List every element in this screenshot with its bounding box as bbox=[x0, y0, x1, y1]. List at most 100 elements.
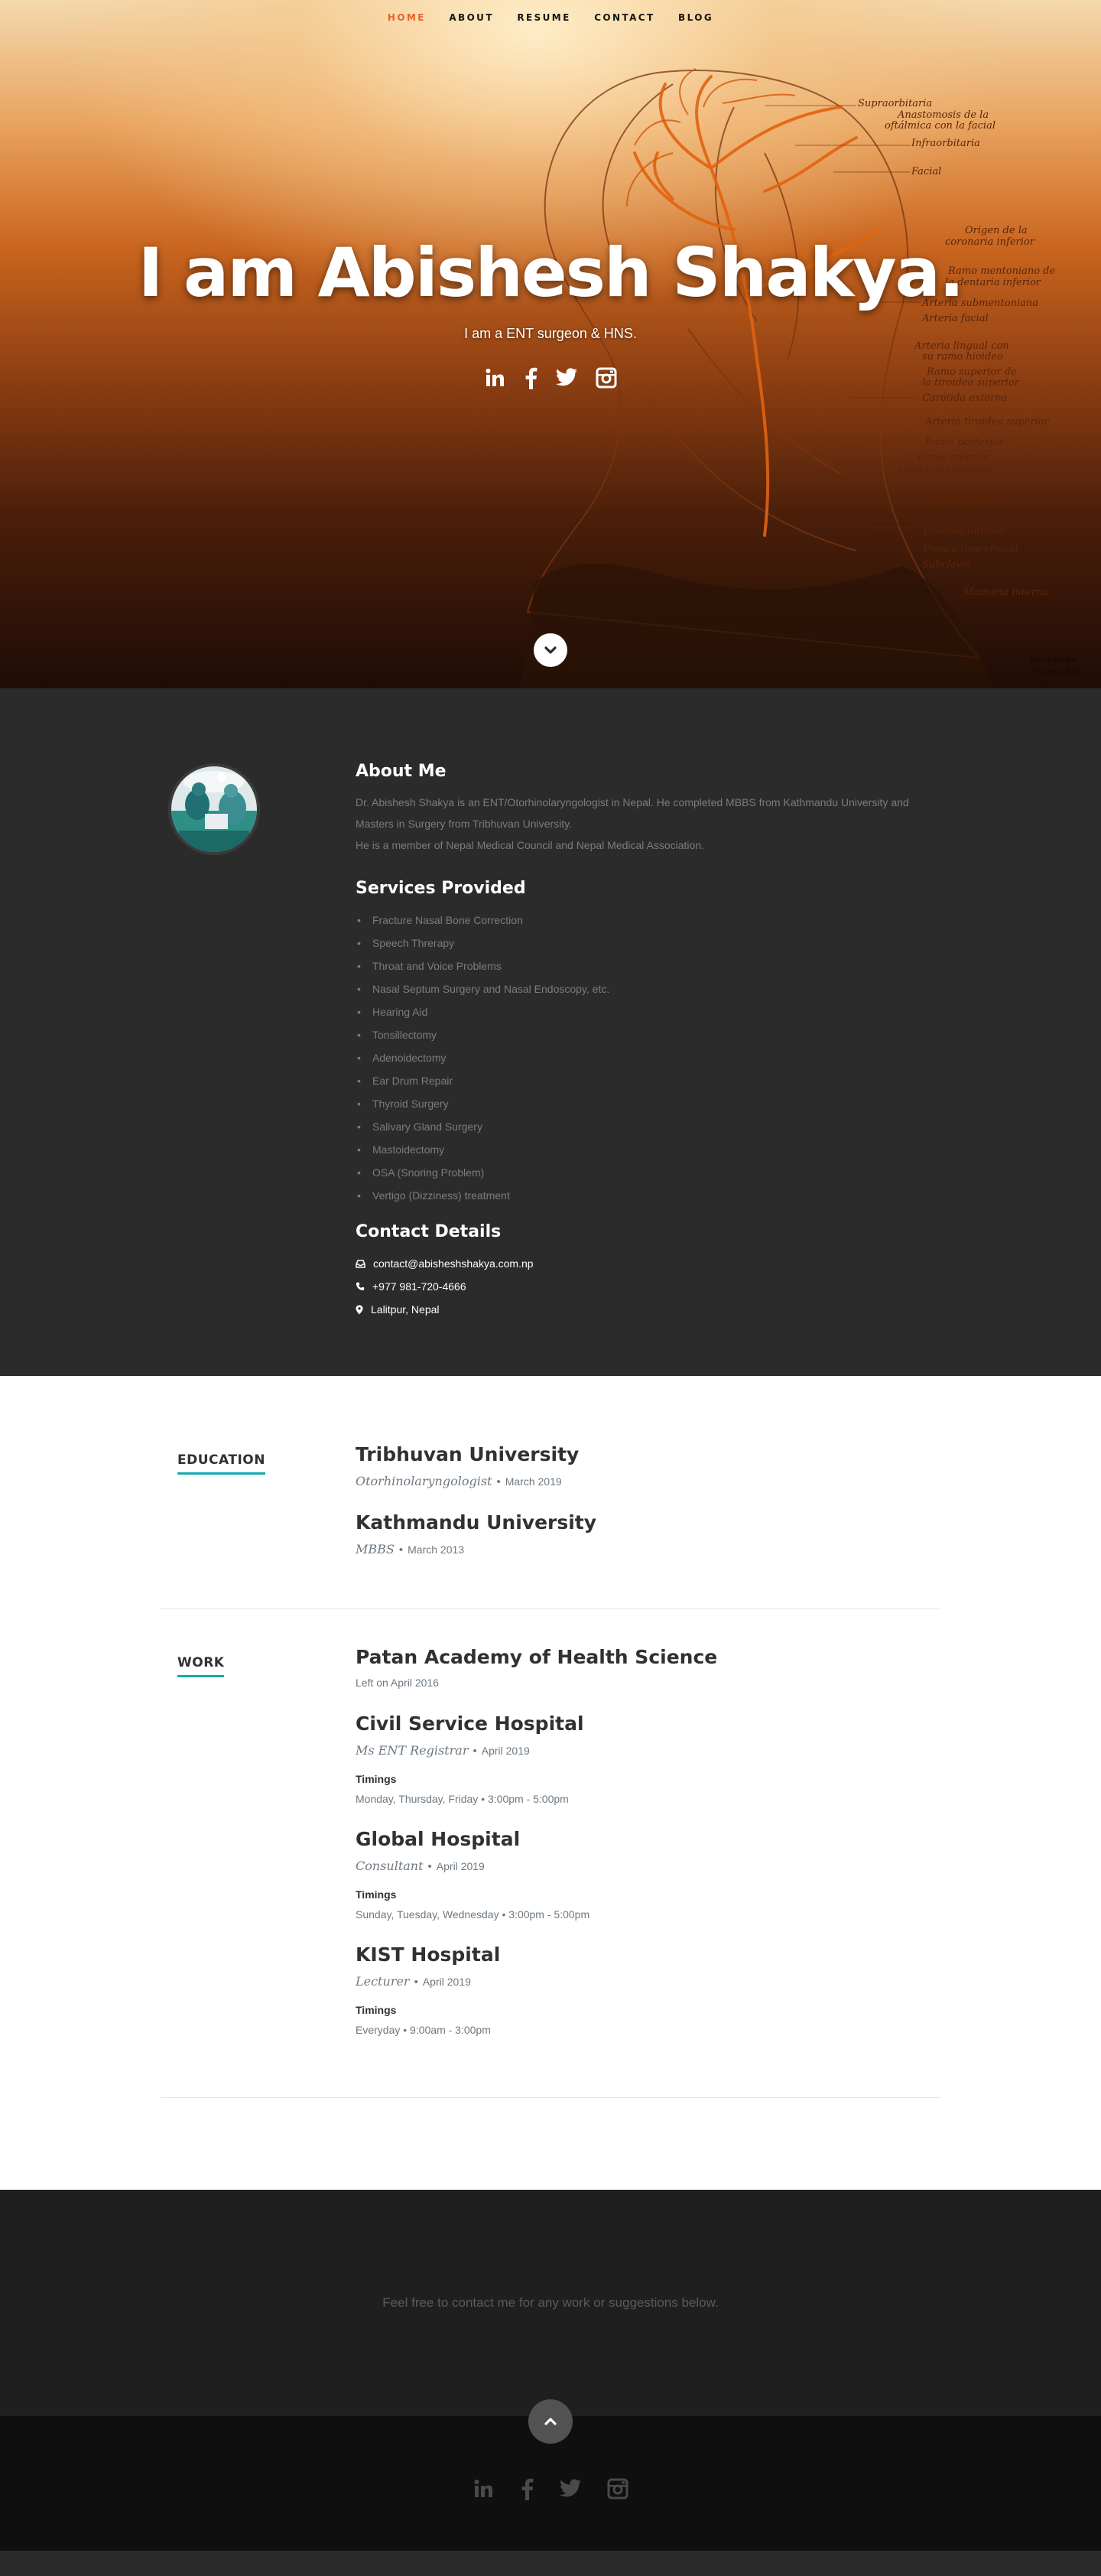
education-entry: Tribhuvan University Otorhinolaryngologi… bbox=[356, 1442, 940, 1488]
twitter-icon[interactable] bbox=[555, 368, 578, 388]
avatar bbox=[168, 763, 260, 855]
about-section: About Me Dr. Abishesh Shakya is an ENT/O… bbox=[0, 688, 1101, 1376]
surgery-photo bbox=[171, 766, 257, 852]
hero-banner: I am Abishesh Shakya. I am a ENT surgeon… bbox=[0, 233, 1101, 389]
services-heading: Services Provided bbox=[356, 879, 526, 898]
svg-text:Kannabis: Kannabis bbox=[1032, 666, 1080, 677]
scroll-down-button[interactable] bbox=[534, 633, 567, 667]
instagram-icon[interactable] bbox=[607, 2478, 628, 2500]
work-note: Left on April 2016 bbox=[356, 1677, 439, 1689]
work-entry: Civil Service Hospital Ms ENT Registrar •… bbox=[356, 1711, 940, 1805]
contact-phone-row: +977 981-720-4666 bbox=[356, 1275, 940, 1298]
facebook-icon[interactable] bbox=[523, 366, 538, 389]
contact-location-row: Lalitpur, Nepal bbox=[356, 1298, 940, 1321]
svg-text:Supraorbitaria: Supraorbitaria bbox=[858, 98, 932, 109]
timing-days: Everyday bbox=[356, 2024, 401, 2036]
service-item: Fracture Nasal Bone Correction bbox=[356, 909, 940, 932]
nav-resume[interactable]: RESUME bbox=[517, 12, 570, 23]
about-bio-2: He is a member of Nepal Medical Council … bbox=[356, 839, 704, 851]
svg-text:Carótida primitiva: Carótida primitiva bbox=[922, 495, 1015, 506]
instagram-icon[interactable] bbox=[596, 367, 617, 389]
workplace-name: Global Hospital bbox=[356, 1828, 521, 1850]
main-nav: HOME ABOUT RESUME CONTACT BLOG bbox=[0, 11, 1101, 24]
timing-hours: 9:00am - 3:00pm bbox=[410, 2024, 491, 2036]
svg-text:Subclavia: Subclavia bbox=[922, 559, 971, 571]
svg-text:Mamaria interna: Mamaria interna bbox=[963, 587, 1048, 598]
nav-contact[interactable]: CONTACT bbox=[594, 12, 654, 23]
svg-text:oftálmica con la facial: oftálmica con la facial bbox=[885, 120, 995, 132]
service-item: Tonsillectomy bbox=[356, 1023, 940, 1046]
education-date: March 2019 bbox=[505, 1475, 562, 1488]
service-item: Ear Drum Repair bbox=[356, 1069, 940, 1092]
svg-text:Servando: Servando bbox=[1029, 654, 1077, 665]
nav-about[interactable]: ABOUT bbox=[449, 12, 494, 23]
hero-title: I am Abishesh Shakya. bbox=[138, 233, 965, 312]
svg-text:Arteria tiroidea superior: Arteria tiroidea superior bbox=[924, 416, 1050, 428]
timings-label: Timings bbox=[356, 1888, 397, 1901]
contact-section: Feel free to contact me for any work or … bbox=[0, 2190, 1101, 2416]
inbox-icon bbox=[356, 1259, 365, 1268]
degree: MBBS bbox=[356, 1542, 395, 1556]
job-role: Ms ENT Registrar bbox=[356, 1743, 469, 1758]
map-marker-icon bbox=[356, 1305, 363, 1314]
nav-home[interactable]: HOME bbox=[388, 12, 426, 23]
about-bio-1: Dr. Abishesh Shakya is an ENT/Otorhinola… bbox=[356, 796, 909, 830]
linkedin-icon[interactable] bbox=[473, 2478, 494, 2500]
job-date: April 2019 bbox=[436, 1860, 485, 1872]
contact-details: Contact Details contact@abisheshshakya.c… bbox=[356, 1222, 940, 1321]
service-item: Throat and Voice Problems bbox=[356, 955, 940, 977]
hero-social-links bbox=[0, 366, 1101, 389]
linkedin-icon[interactable] bbox=[484, 367, 505, 389]
timing-days: Monday, Thursday, Friday bbox=[356, 1793, 479, 1805]
back-to-top-button[interactable] bbox=[528, 2399, 573, 2444]
svg-text:Anastomosis de la: Anastomosis de la bbox=[897, 109, 989, 121]
timing-hours: 3:00pm - 5:00pm bbox=[487, 1793, 569, 1805]
school-name: Tribhuvan University bbox=[356, 1443, 580, 1465]
twitter-icon[interactable] bbox=[559, 2479, 582, 2499]
svg-text:Ramo anterior: Ramo anterior bbox=[917, 452, 991, 463]
job-role: Lecturer bbox=[356, 1974, 410, 1989]
service-item: OSA (Snoring Problem) bbox=[356, 1161, 940, 1184]
contact-email-link[interactable]: contact@abisheshshakya.com.np bbox=[373, 1252, 534, 1275]
timing-hours: 3:00pm - 5:00pm bbox=[508, 1908, 590, 1921]
timings-label: Timings bbox=[356, 1773, 397, 1785]
chevron-up-icon bbox=[544, 2418, 557, 2425]
svg-text:Tiroidea inferior: Tiroidea inferior bbox=[922, 525, 1005, 537]
service-item: Vertigo (Dizziness) treatment bbox=[356, 1184, 940, 1207]
service-item: Hearing Aid bbox=[356, 1000, 940, 1023]
job-role: Consultant bbox=[356, 1859, 424, 1873]
hero-section: Supraorbitaria Anastomosis de la oftálmi… bbox=[0, 0, 1101, 688]
contact-email-row: contact@abisheshshakya.com.np bbox=[356, 1252, 940, 1275]
work-entry: Global Hospital Consultant • April 2019 Ti… bbox=[356, 1826, 940, 1921]
facebook-icon[interactable] bbox=[519, 2477, 534, 2500]
degree: Otorhinolaryngologist bbox=[356, 1474, 492, 1488]
svg-text:Carótida externa: Carótida externa bbox=[922, 392, 1008, 404]
phone-icon bbox=[356, 1282, 365, 1291]
service-item: Salivary Gland Surgery bbox=[356, 1115, 940, 1138]
workplace-name: Civil Service Hospital bbox=[356, 1712, 584, 1735]
services-block: Services Provided Fracture Nasal Bone Co… bbox=[356, 879, 940, 1207]
work-entry: KIST Hospital Lecturer • April 2019 Timing… bbox=[356, 1942, 940, 2036]
footer bbox=[0, 2399, 1101, 2551]
workplace-name: Patan Academy of Health Science bbox=[356, 1646, 718, 1668]
svg-text:Glándulas tiroides: Glándulas tiroides bbox=[899, 464, 992, 476]
svg-text:Ramo posterior: Ramo posterior bbox=[924, 437, 1004, 448]
service-item: Adenoidectomy bbox=[356, 1046, 940, 1069]
hero-subtitle: I am a ENT surgeon & HNS. bbox=[464, 326, 637, 341]
nav-blog[interactable]: BLOG bbox=[678, 12, 713, 23]
contact-location: Lalitpur, Nepal bbox=[371, 1303, 440, 1316]
education-entry: Kathmandu University MBBS • March 2013 bbox=[356, 1510, 940, 1556]
footer-social-links bbox=[0, 2477, 1101, 2500]
workplace-name: KIST Hospital bbox=[356, 1943, 501, 1966]
contact-phone: +977 981-720-4666 bbox=[372, 1280, 466, 1293]
svg-text:Tronco tirocervical: Tronco tirocervical bbox=[922, 544, 1018, 555]
svg-text:Infraorbitaria: Infraorbitaria bbox=[911, 138, 980, 149]
timing-days: Sunday, Tuesday, Wednesday bbox=[356, 1908, 499, 1921]
education-label: EDUCATION bbox=[177, 1452, 265, 1475]
service-item: Mastoidectomy bbox=[356, 1138, 940, 1161]
contact-message: Feel free to contact me for any work or … bbox=[382, 2295, 719, 2310]
job-date: April 2019 bbox=[481, 1745, 530, 1757]
chevron-down-icon bbox=[544, 646, 557, 654]
services-list: Fracture Nasal Bone Correction Speech Th… bbox=[356, 909, 940, 1207]
service-item: Speech Threrapy bbox=[356, 932, 940, 955]
